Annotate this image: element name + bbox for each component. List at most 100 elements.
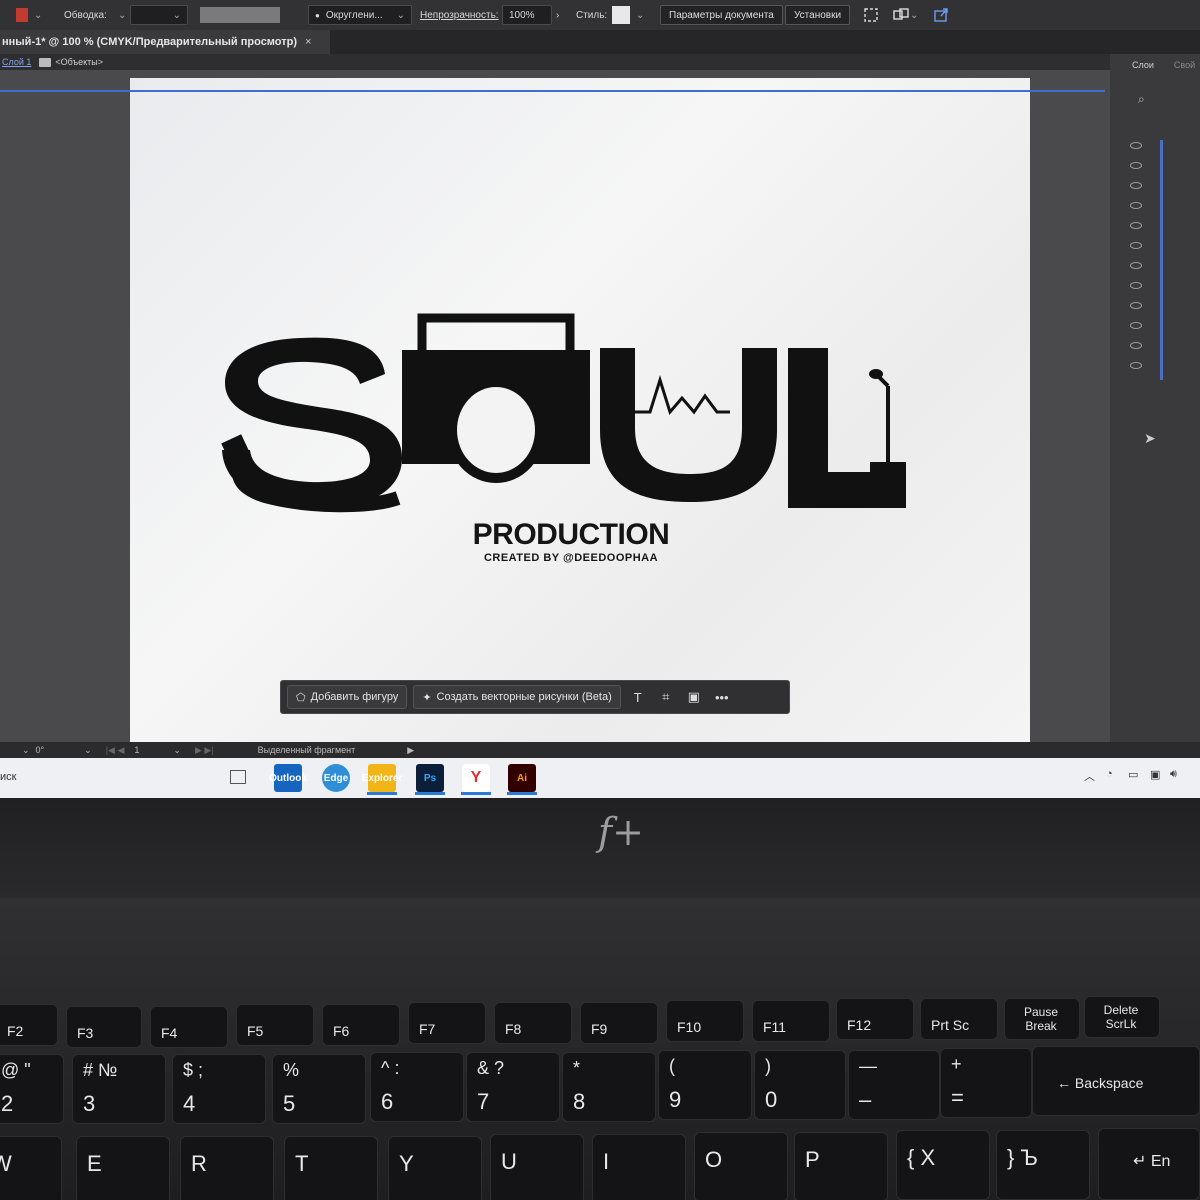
key-delete[interactable]: Delete ScrLk	[1084, 996, 1160, 1038]
volume-icon[interactable]: 🔊︎	[1170, 768, 1177, 781]
artboard-prev-icon[interactable]: |◀ ◀	[106, 745, 125, 756]
key-e[interactable]: E	[76, 1136, 170, 1200]
key-u[interactable]: U	[490, 1134, 584, 1200]
battery-icon[interactable]: ▭	[1128, 768, 1138, 781]
variable-width-swatch[interactable]	[200, 0, 280, 30]
key-9[interactable]: (9	[658, 1050, 752, 1120]
brush-dropdown[interactable]: ● Округлени... ⌄	[308, 0, 412, 30]
eye-icon[interactable]	[1130, 362, 1142, 369]
key-0[interactable]: ) 0	[754, 1050, 846, 1120]
key-3[interactable]: # № 3	[72, 1054, 166, 1124]
pdf-icon[interactable]: ⌄	[14, 0, 42, 30]
key-7[interactable]: & ? 7	[466, 1052, 560, 1122]
key-f5[interactable]: F5	[236, 1004, 314, 1046]
key-equals[interactable]: + =	[940, 1048, 1032, 1118]
properties-tab[interactable]: Свой	[1174, 60, 1195, 70]
canvas-area[interactable]: PRODUCTION CREATED BY @DEEDOOPHAA	[0, 70, 1110, 742]
key-p[interactable]: P	[794, 1132, 888, 1200]
key-i[interactable]: I	[592, 1134, 686, 1200]
style-swatch[interactable]: ⌄	[612, 0, 644, 30]
recolor-icon[interactable]: ▣	[683, 689, 705, 705]
status-arrow-icon[interactable]: ▶	[407, 745, 414, 756]
rotation-chevron-icon[interactable]: ⌄	[84, 745, 92, 756]
eye-icon[interactable]	[1130, 142, 1142, 149]
eye-icon[interactable]	[1130, 302, 1142, 309]
key-f7[interactable]: F7	[408, 1002, 486, 1044]
document-tab[interactable]: нный-1* @ 100 % (CMYK/Предварительный пр…	[0, 30, 330, 54]
key-r[interactable]: R	[180, 1136, 274, 1200]
opacity-value[interactable]: 100%	[502, 5, 552, 25]
opacity-field[interactable]: 100%	[502, 0, 552, 30]
photoshop-icon[interactable]: Ps	[416, 764, 444, 792]
eye-icon[interactable]	[1130, 222, 1142, 229]
artboard-chevron-icon[interactable]: ⌄	[173, 745, 181, 756]
add-shape-button[interactable]: ⬠ Добавить фигуру	[287, 685, 408, 709]
logo-subtitle[interactable]: PRODUCTION	[466, 518, 676, 552]
edge-icon[interactable]: Edge	[322, 764, 350, 792]
search-box[interactable]: иск	[0, 771, 16, 783]
eye-icon[interactable]	[1130, 162, 1142, 169]
soul-logo[interactable]	[130, 78, 1030, 742]
rotation-dropdown-icon[interactable]: ⌄	[22, 745, 30, 756]
share-icon[interactable]	[932, 0, 950, 30]
eye-icon[interactable]	[1130, 242, 1142, 249]
eye-icon[interactable]	[1130, 262, 1142, 269]
key-2[interactable]: @ " 2	[0, 1054, 64, 1124]
key-enter[interactable]: ↵ En	[1098, 1128, 1200, 1200]
eye-icon[interactable]	[1130, 342, 1142, 349]
artboard-next-icon[interactable]: ▶ ▶|	[195, 745, 214, 756]
key-4[interactable]: $ ; 4	[172, 1054, 266, 1124]
opacity-arrow-icon[interactable]: ›	[556, 0, 559, 30]
key-w[interactable]: W	[0, 1136, 62, 1200]
key-8[interactable]: * 8	[562, 1052, 656, 1122]
key-5[interactable]: % 5	[272, 1054, 366, 1124]
breadcrumb-layer[interactable]: Слой 1	[2, 57, 31, 67]
eye-icon[interactable]	[1130, 182, 1142, 189]
key-backspace[interactable]: ← Backspace	[1032, 1046, 1200, 1116]
preferences-button[interactable]: Установки	[785, 0, 851, 30]
network-icon[interactable]: ◔	[1106, 768, 1113, 780]
arrange-icon[interactable]: ⌄	[892, 0, 918, 30]
explorer-icon[interactable]: Explorer	[362, 764, 402, 792]
generate-vector-button[interactable]: ✦ Создать векторные рисунки (Beta)	[413, 685, 621, 709]
key-f2[interactable]: F2	[0, 1004, 58, 1046]
key-f9[interactable]: F9	[580, 1002, 658, 1044]
key-f11[interactable]: F11	[752, 1000, 830, 1042]
artboard-number[interactable]: 1	[134, 745, 139, 755]
outlook-icon[interactable]: Outlook	[269, 764, 307, 792]
key-f6[interactable]: F6	[322, 1004, 400, 1046]
key-pause[interactable]: Pause Break	[1004, 998, 1080, 1040]
yandex-browser-icon[interactable]: Y	[462, 764, 490, 792]
key-6[interactable]: ^ :6	[370, 1052, 464, 1122]
crop-icon[interactable]: ⌗	[655, 689, 677, 705]
key-f12[interactable]: F12	[836, 998, 914, 1040]
stroke-weight-field[interactable]: ⌄	[130, 0, 188, 30]
key-f10[interactable]: F10	[666, 1000, 744, 1042]
key-prtsc[interactable]: Prt Sc	[920, 998, 998, 1040]
tray-chevron-icon[interactable]: ︿	[1084, 768, 1095, 784]
search-icon[interactable]: ⌕	[1138, 92, 1145, 107]
key-f4[interactable]: F4	[150, 1006, 228, 1048]
eye-icon[interactable]	[1130, 322, 1142, 329]
artboard[interactable]: PRODUCTION CREATED BY @DEEDOOPHAA	[130, 78, 1030, 742]
logo-credit[interactable]: CREATED BY @DEEDOOPHAA	[466, 552, 676, 564]
stroke-dropdown-icon[interactable]: ⌄	[118, 0, 126, 30]
document-setup-button[interactable]: Параметры документа	[660, 0, 783, 30]
type-icon[interactable]: T	[627, 690, 649, 705]
more-options-icon[interactable]: •••	[711, 690, 733, 705]
key-o[interactable]: O	[694, 1132, 788, 1200]
key-minus[interactable]: — –	[848, 1050, 940, 1120]
layers-tab[interactable]: Слои	[1132, 60, 1154, 70]
task-view-icon[interactable]	[230, 770, 246, 784]
key-bracket-close[interactable]: } Ъ	[996, 1130, 1090, 1200]
rotation-value[interactable]: 0°	[36, 745, 45, 755]
key-f8[interactable]: F8	[494, 1002, 572, 1044]
display-icon[interactable]: ▣	[1150, 768, 1160, 781]
eye-icon[interactable]	[1130, 202, 1142, 209]
key-t[interactable]: T	[284, 1136, 378, 1200]
key-f3[interactable]: F3	[66, 1006, 142, 1048]
opacity-label[interactable]: Непрозрачность:	[420, 0, 499, 30]
eye-icon[interactable]	[1130, 282, 1142, 289]
transform-icon[interactable]	[862, 0, 880, 30]
key-bracket-open[interactable]: { Х	[896, 1130, 990, 1200]
